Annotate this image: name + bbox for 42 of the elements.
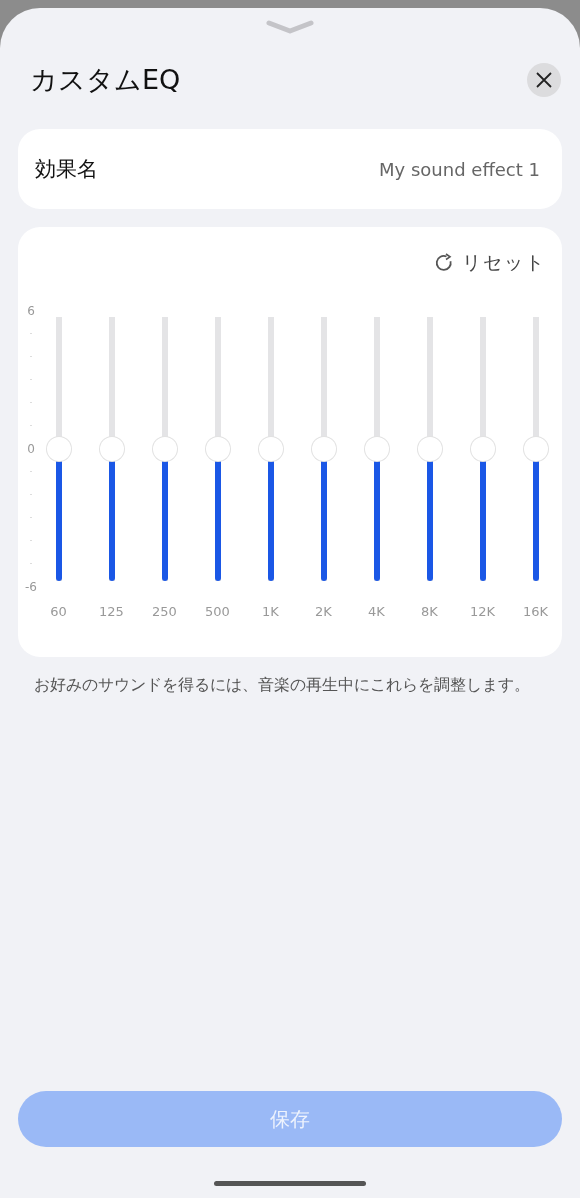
reset-button[interactable]: リセット xyxy=(434,247,546,279)
frequency-label: 8K xyxy=(421,604,438,619)
slider-thumb[interactable] xyxy=(152,437,177,461)
frequency-label: 60 xyxy=(50,604,67,619)
scale-tick xyxy=(30,333,32,334)
sheet-title: カスタムEQ xyxy=(30,63,181,97)
scale-tick xyxy=(30,356,32,357)
slider-thumb[interactable] xyxy=(364,437,389,461)
hint-text: お好みのサウンドを得るには、音楽の再生中にこれらを調整します。 xyxy=(33,675,531,696)
slider-thumb[interactable] xyxy=(99,437,124,461)
slider-thumb[interactable] xyxy=(46,437,71,461)
scale-tick xyxy=(30,425,32,426)
frequency-label: 125 xyxy=(99,604,124,619)
close-button[interactable] xyxy=(527,63,561,97)
frequency-label: 2K xyxy=(315,604,332,619)
frequency-label: 4K xyxy=(368,604,385,619)
frequency-label: 1K xyxy=(262,604,279,619)
slider-thumb[interactable] xyxy=(523,437,548,461)
effect-name-value: My sound effect 1 xyxy=(379,158,540,180)
slider-thumb[interactable] xyxy=(258,437,283,461)
slider-thumb[interactable] xyxy=(205,437,230,461)
frequency-label: 500 xyxy=(205,604,230,619)
scale-tick xyxy=(30,471,32,472)
slider-thumb[interactable] xyxy=(311,437,336,461)
scale-label: -6 xyxy=(25,579,37,594)
effect-name-label: 効果名 xyxy=(35,156,98,183)
scale-tick xyxy=(30,494,32,495)
frequency-label: 16K xyxy=(522,604,549,619)
scale-tick xyxy=(30,379,32,380)
scale-label: 6 xyxy=(27,303,35,318)
scale-tick xyxy=(30,563,32,564)
close-icon xyxy=(535,71,553,89)
frequency-label: 250 xyxy=(152,604,177,619)
refresh-icon xyxy=(434,253,454,273)
effect-name-card[interactable]: 効果名 My sound effect 1 xyxy=(18,129,562,209)
scale-tick xyxy=(30,517,32,518)
scale-tick xyxy=(30,540,32,541)
frequency-label: 12K xyxy=(469,604,496,619)
scale-label: 0 xyxy=(27,441,35,456)
slider-thumb[interactable] xyxy=(417,437,442,461)
scale-tick xyxy=(30,402,32,403)
slider-thumb[interactable] xyxy=(470,437,495,461)
